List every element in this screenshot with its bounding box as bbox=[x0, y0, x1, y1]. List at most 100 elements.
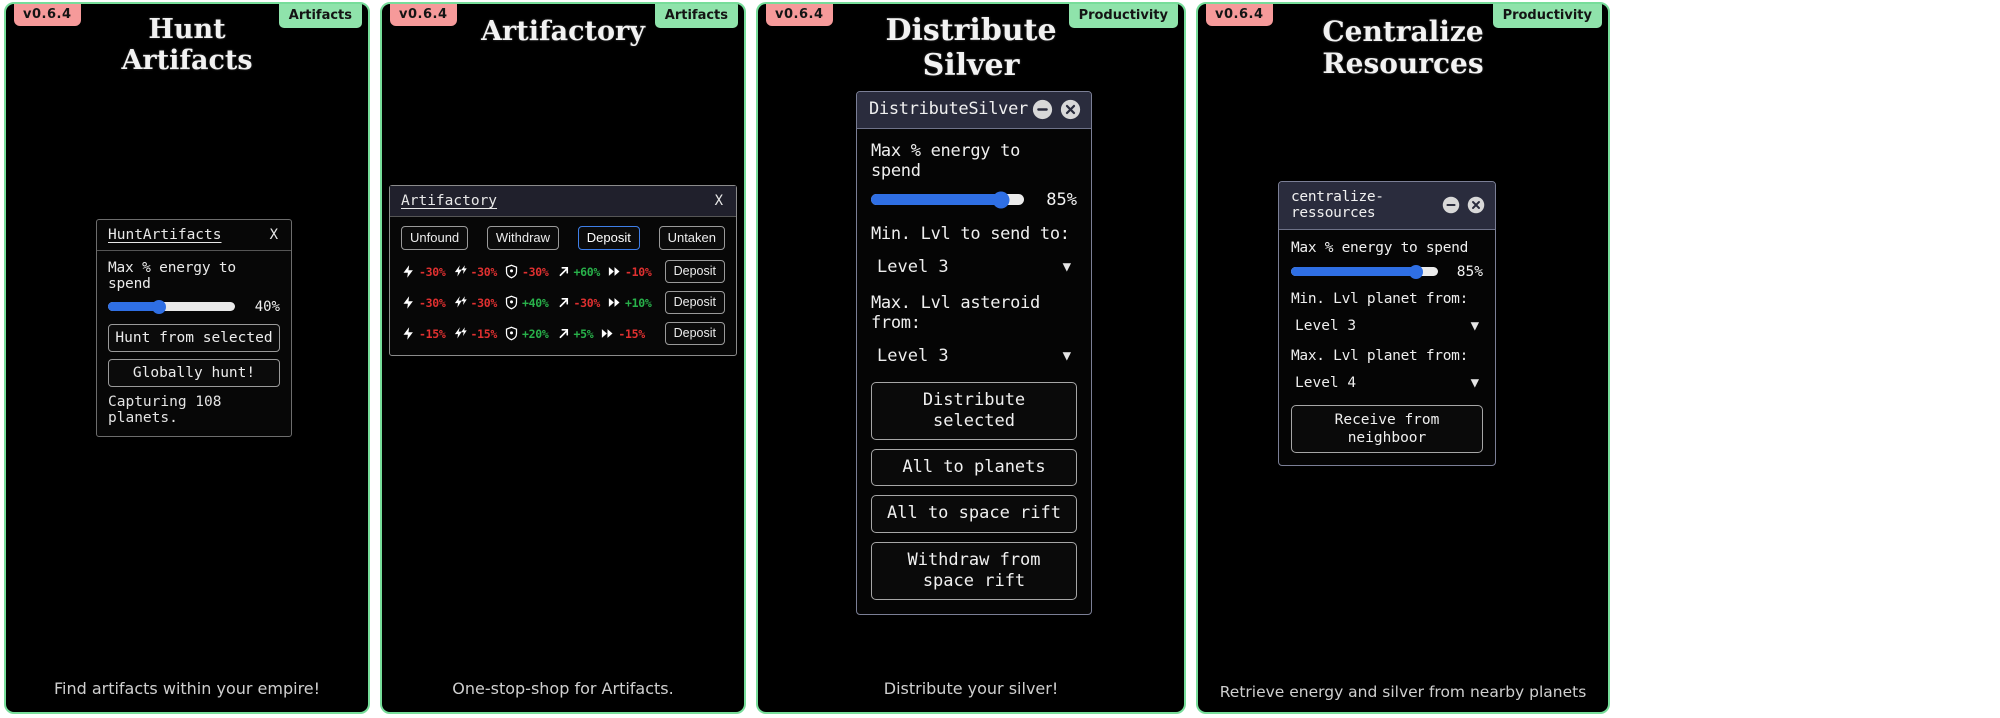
hunt-artifacts-window[interactable]: HuntArtifacts X Max % energy to spend 40… bbox=[96, 219, 292, 437]
min-level-label: Min. Lvl planet from: bbox=[1291, 291, 1483, 307]
max-level-label: Max. Lvl asteroid from: bbox=[871, 293, 1077, 333]
artifact-stats: -15% -15% +20% bbox=[401, 326, 665, 341]
speed-icon bbox=[600, 326, 615, 341]
stat-value: -15% bbox=[471, 327, 498, 341]
slider-knob[interactable] bbox=[1409, 265, 1423, 279]
stat-value: -10% bbox=[625, 265, 652, 279]
window-titlebar[interactable]: Artifactory X bbox=[390, 186, 736, 217]
max-level-select[interactable]: Level 4 ▼ bbox=[1291, 372, 1483, 399]
chevron-down-icon[interactable]: ▼ bbox=[1063, 260, 1071, 274]
stat-energy-growth: -30% bbox=[453, 264, 498, 279]
energy-bolt-icon bbox=[401, 295, 416, 310]
all-to-planets-button[interactable]: All to planets bbox=[871, 449, 1077, 486]
slider-fill bbox=[871, 194, 1001, 205]
plugin-card-centralize-resources[interactable]: v0.6.4 Productivity Centralize Resources… bbox=[1196, 2, 1610, 714]
centralize-resources-window[interactable]: centralize-ressources Max % energy to sp… bbox=[1278, 181, 1496, 466]
tab-withdraw[interactable]: Withdraw bbox=[487, 226, 559, 250]
artifactory-tabs: Unfound Withdraw Deposit Untaken bbox=[401, 226, 725, 250]
defense-shield-icon bbox=[504, 264, 519, 279]
min-level-select[interactable]: Level 3 ▼ bbox=[871, 253, 1077, 287]
table-row: -15% -15% +20% bbox=[401, 322, 725, 345]
hunt-from-selected-button[interactable]: Hunt from selected bbox=[108, 324, 280, 352]
stat-range: +60% bbox=[556, 264, 601, 279]
energy-slider[interactable] bbox=[108, 302, 235, 311]
plugin-card-distribute-silver[interactable]: v0.6.4 Productivity Distribute Silver Di… bbox=[756, 2, 1186, 714]
slider-knob[interactable] bbox=[993, 191, 1010, 208]
select-value: Level 3 bbox=[877, 257, 949, 277]
stat-value: -15% bbox=[419, 327, 446, 341]
close-icon[interactable] bbox=[1467, 196, 1485, 214]
window-content: Max % energy to spend 85% Min. Lvl to se… bbox=[857, 129, 1091, 615]
stat-value: +20% bbox=[522, 327, 549, 341]
card-body: centralize-ressources Max % energy to sp… bbox=[1198, 81, 1608, 682]
plugin-card-artifactory[interactable]: v0.6.4 Artifacts Artifactory Artifactory… bbox=[380, 2, 746, 714]
energy-slider-label: Max % energy to spend bbox=[1291, 240, 1483, 256]
slider-value-text: 85% bbox=[1449, 264, 1483, 280]
card-body: HuntArtifacts X Max % energy to spend 40… bbox=[6, 77, 368, 680]
select-value: Level 3 bbox=[1295, 318, 1356, 334]
stat-defense: +40% bbox=[504, 295, 549, 310]
plugin-card-hunt-artifacts[interactable]: v0.6.4 Artifacts Hunt Artifacts HuntArti… bbox=[4, 2, 370, 714]
max-level-label: Max. Lvl planet from: bbox=[1291, 348, 1483, 364]
chevron-down-icon[interactable]: ▼ bbox=[1063, 349, 1071, 363]
stat-speed: +10% bbox=[607, 295, 652, 310]
stat-value: -30% bbox=[574, 296, 601, 310]
energy-growth-icon bbox=[453, 326, 468, 341]
stat-energy-growth: -30% bbox=[453, 295, 498, 310]
all-to-space-rift-button[interactable]: All to space rift bbox=[871, 495, 1077, 532]
slider-value-text: 85% bbox=[1035, 190, 1077, 210]
row-deposit-button[interactable]: Deposit bbox=[665, 260, 725, 283]
stat-energy-cap: -30% bbox=[401, 295, 446, 310]
window-titlebar[interactable]: HuntArtifacts X bbox=[97, 220, 291, 251]
artifactory-window[interactable]: Artifactory X Unfound Withdraw Deposit U… bbox=[389, 185, 737, 356]
min-level-select[interactable]: Level 3 ▼ bbox=[1291, 315, 1483, 342]
stat-value: -30% bbox=[471, 296, 498, 310]
artifact-stats: -30% -30% -30% bbox=[401, 264, 665, 279]
window-titlebar[interactable]: DistributeSilver bbox=[857, 92, 1091, 129]
chevron-down-icon[interactable]: ▼ bbox=[1471, 376, 1479, 390]
card-footer-text: Find artifacts within your empire! bbox=[6, 679, 368, 712]
window-content: Max % energy to spend 85% Min. Lvl plane… bbox=[1279, 230, 1495, 465]
energy-slider[interactable] bbox=[1291, 267, 1438, 276]
energy-slider[interactable] bbox=[871, 194, 1024, 205]
withdraw-from-space-rift-button[interactable]: Withdraw from space rift bbox=[871, 542, 1077, 601]
globally-hunt-button[interactable]: Globally hunt! bbox=[108, 359, 280, 387]
category-badge: Productivity bbox=[1493, 4, 1602, 28]
stat-value: +40% bbox=[522, 296, 549, 310]
stat-value: +10% bbox=[625, 296, 652, 310]
energy-bolt-icon bbox=[401, 326, 416, 341]
row-deposit-button[interactable]: Deposit bbox=[665, 322, 725, 345]
close-icon[interactable]: X bbox=[268, 227, 280, 243]
energy-slider-row[interactable]: 40% bbox=[108, 299, 280, 315]
minimize-icon[interactable] bbox=[1032, 99, 1053, 120]
tab-unfound[interactable]: Unfound bbox=[401, 226, 468, 250]
receive-from-neighboor-button[interactable]: Receive from neighboor bbox=[1291, 405, 1483, 453]
max-level-select[interactable]: Level 3 ▼ bbox=[871, 342, 1077, 376]
energy-growth-icon bbox=[453, 295, 468, 310]
stat-value: -15% bbox=[618, 327, 645, 341]
stat-value: -30% bbox=[419, 265, 446, 279]
stat-value: -30% bbox=[471, 265, 498, 279]
minimize-icon[interactable] bbox=[1442, 196, 1460, 214]
slider-knob[interactable] bbox=[152, 300, 166, 314]
tab-untaken[interactable]: Untaken bbox=[659, 226, 725, 250]
stat-speed: -15% bbox=[600, 326, 645, 341]
version-badge: v0.6.4 bbox=[1206, 4, 1273, 26]
distribute-silver-window[interactable]: DistributeSilver Max % energy to spend 8… bbox=[856, 91, 1092, 616]
window-title: centralize-ressources bbox=[1291, 189, 1442, 221]
select-value: Level 4 bbox=[1295, 375, 1356, 391]
distribute-selected-button[interactable]: Distribute selected bbox=[871, 382, 1077, 441]
close-icon[interactable] bbox=[1060, 99, 1081, 120]
tab-deposit[interactable]: Deposit bbox=[578, 226, 640, 250]
row-deposit-button[interactable]: Deposit bbox=[665, 291, 725, 314]
stat-value: -30% bbox=[419, 296, 446, 310]
range-arrow-icon bbox=[556, 326, 571, 341]
energy-slider-row[interactable]: 85% bbox=[871, 190, 1077, 210]
chevron-down-icon[interactable]: ▼ bbox=[1471, 319, 1479, 333]
stat-energy-growth: -15% bbox=[453, 326, 498, 341]
window-titlebar[interactable]: centralize-ressources bbox=[1279, 182, 1495, 230]
range-arrow-icon bbox=[556, 264, 571, 279]
close-icon[interactable]: X bbox=[713, 193, 725, 209]
card-footer-text: Distribute your silver! bbox=[758, 679, 1184, 712]
energy-slider-row[interactable]: 85% bbox=[1291, 264, 1483, 280]
